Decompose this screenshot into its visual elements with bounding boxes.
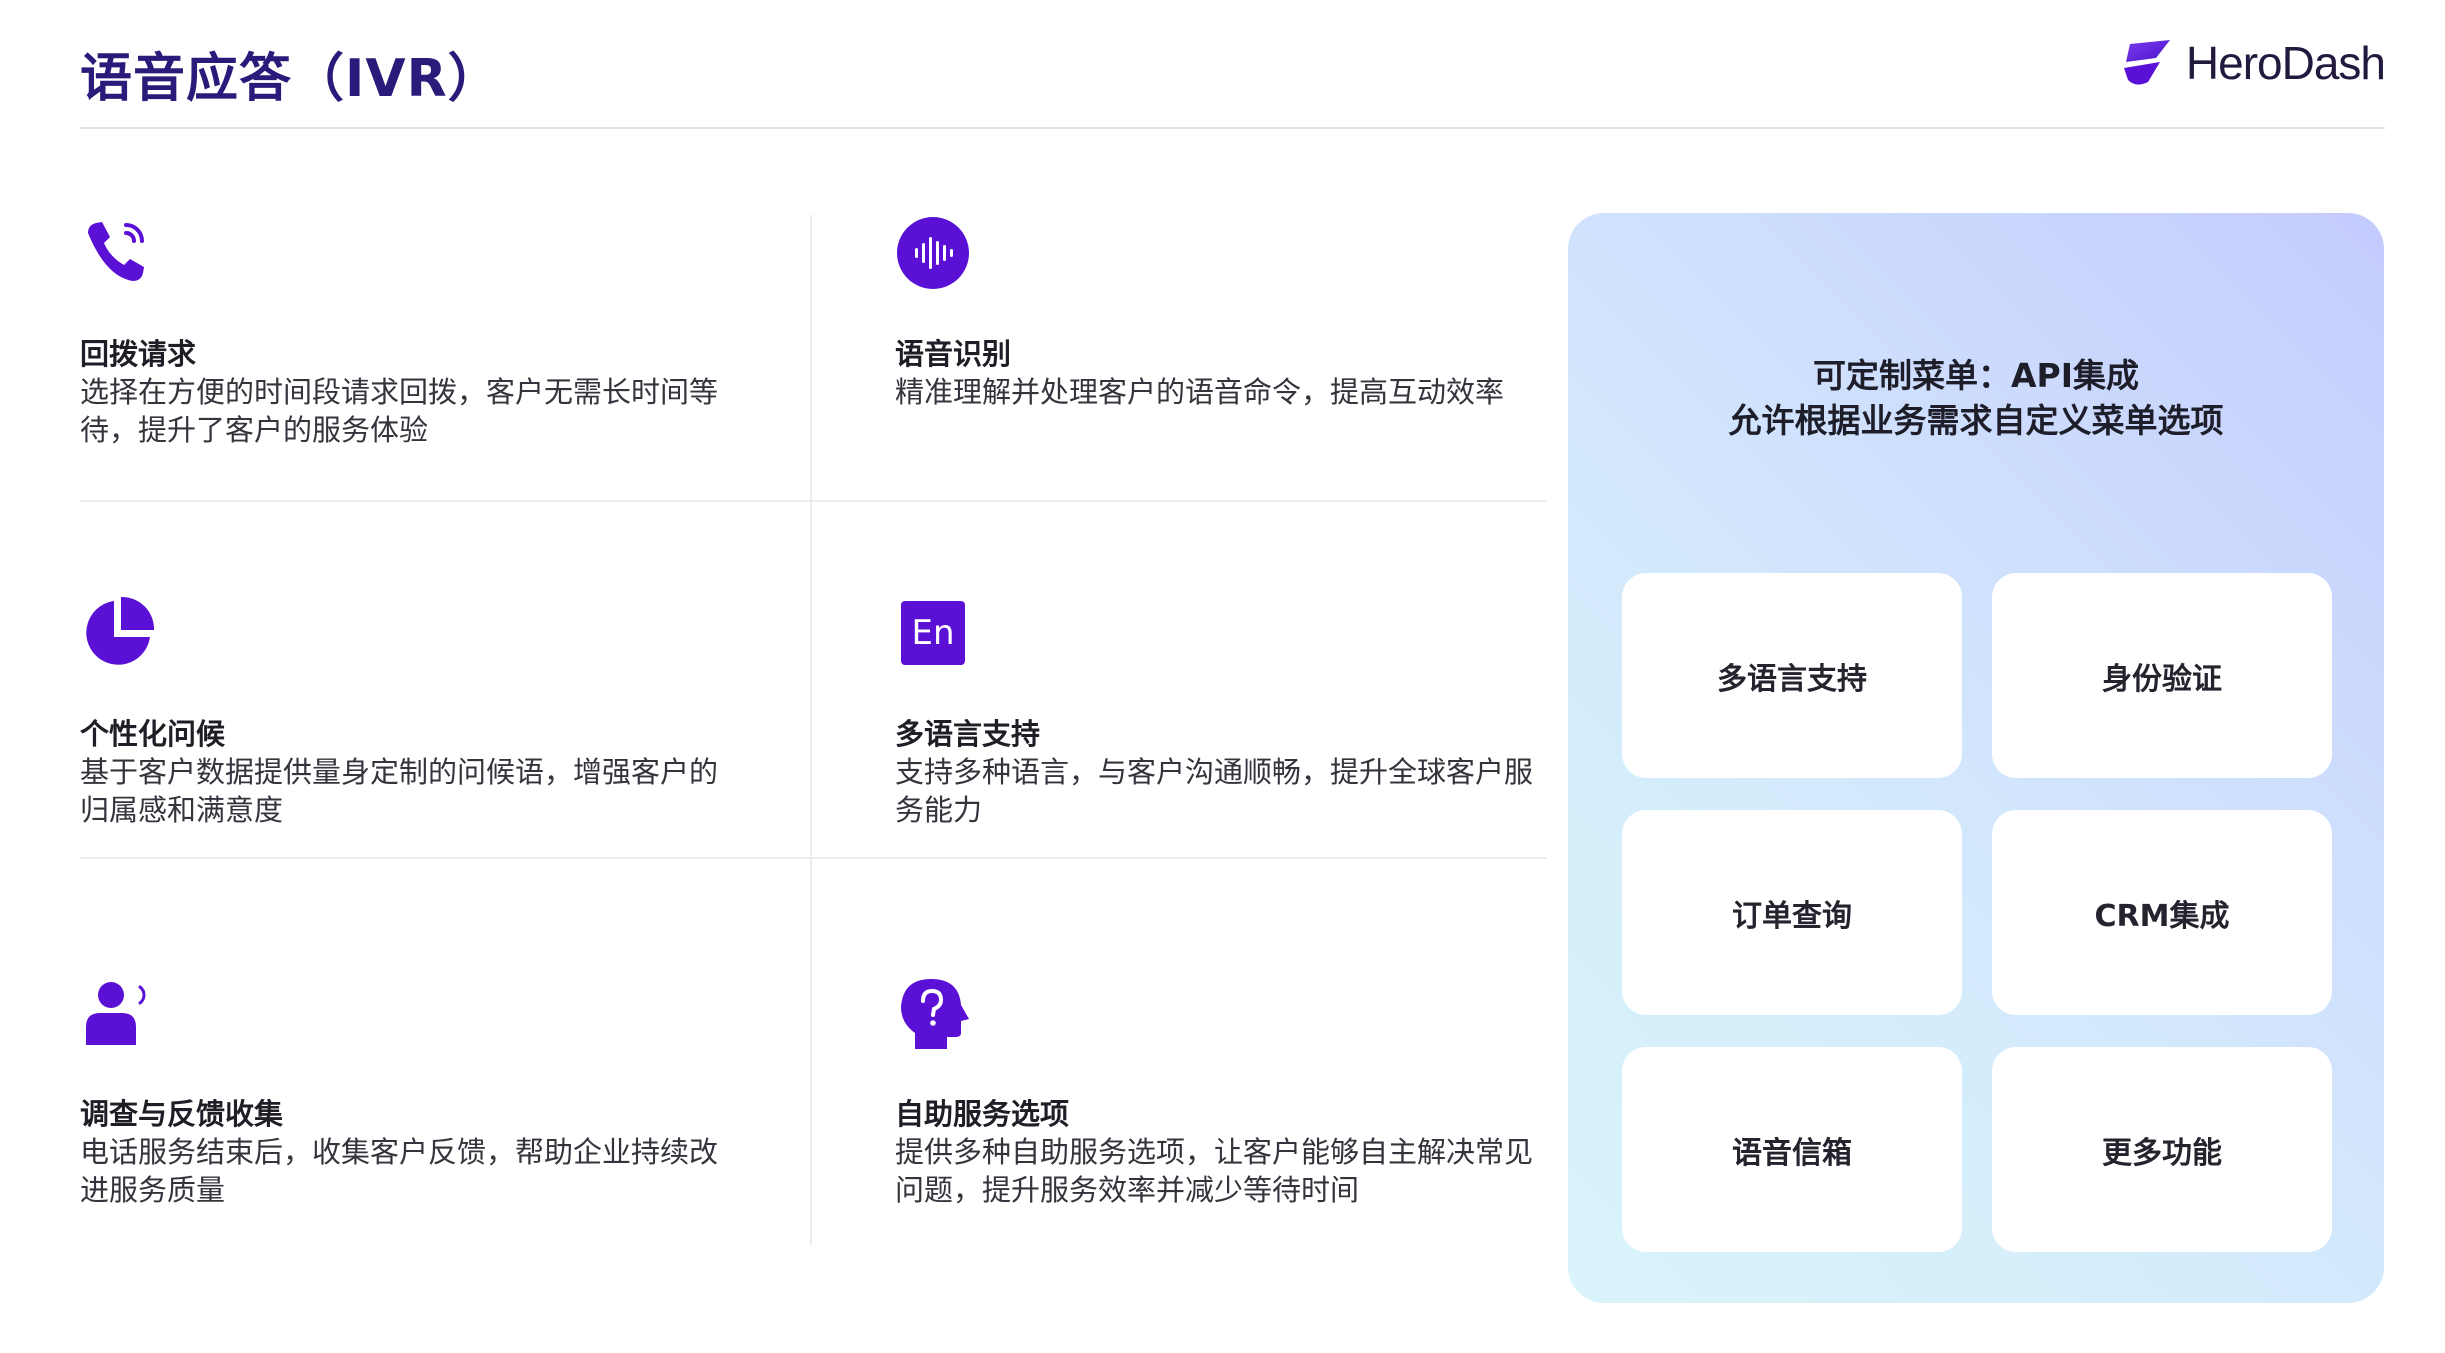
feature-description: 支持多种语言，与客户沟通顺畅，提升全球客户服务能力	[895, 755, 1534, 827]
feature-title: 回拨请求	[80, 337, 197, 371]
feature-self-service: 自助服务选项 提供多种自助服务选项，让客户能够自主解决常见问题，提升服务效率并减…	[895, 975, 1555, 1209]
feature-multilingual: En 多语言支持 支持多种语言，与客户沟通顺畅，提升全球客户服务能力	[895, 595, 1555, 829]
feature-voice-recognition: 语音识别 精准理解并处理客户的语音命令，提高互动效率	[895, 215, 1555, 411]
feature-description: 精准理解并处理客户的语音命令，提高互动效率	[895, 375, 1505, 409]
menu-option-multilingual[interactable]: 多语言支持	[1622, 573, 1962, 778]
phone-callback-icon	[80, 215, 156, 291]
feature-description: 电话服务结束后，收集客户反馈，帮助企业持续改进服务质量	[80, 1135, 719, 1207]
logo: HeroDash	[2120, 36, 2386, 90]
grid-row-divider	[80, 500, 1546, 502]
feature-survey-feedback: 调查与反馈收集 电话服务结束后，收集客户反馈，帮助企业持续改进服务质量	[80, 975, 740, 1209]
menu-option-crm-integration[interactable]: CRM集成	[1992, 810, 2332, 1015]
feature-title: 个性化问候	[80, 717, 226, 751]
user-speaking-icon	[80, 975, 156, 1051]
panel-title-line1: 可定制菜单：API集成	[1812, 356, 2139, 395]
menu-option-more-features[interactable]: 更多功能	[1992, 1047, 2332, 1252]
panel-title-line2: 允许根据业务需求自定义菜单选项	[1728, 401, 2224, 440]
feature-description: 提供多种自助服务选项，让客户能够自主解决常见问题，提升服务效率并减少等待时间	[895, 1135, 1534, 1207]
panel-title: 可定制菜单：API集成 允许根据业务需求自定义菜单选项	[1568, 353, 2384, 443]
feature-personalized-greeting: 个性化问候 基于客户数据提供量身定制的问候语，增强客户的归属感和满意度	[80, 595, 740, 829]
menu-option-order-query[interactable]: 订单查询	[1622, 810, 1962, 1015]
feature-title: 多语言支持	[895, 717, 1041, 751]
grid-row-divider	[80, 857, 1546, 859]
feature-grid: 回拨请求 选择在方便的时间段请求回拨，客户无需长时间等待，提升了客户的服务体验 …	[80, 215, 1546, 1245]
feature-description: 选择在方便的时间段请求回拨，客户无需长时间等待，提升了客户的服务体验	[80, 375, 719, 447]
feature-title: 语音识别	[895, 337, 1012, 371]
menu-option-identity-verification[interactable]: 身份验证	[1992, 573, 2332, 778]
feature-description: 基于客户数据提供量身定制的问候语，增强客户的归属感和满意度	[80, 755, 719, 827]
menu-option-voicemail[interactable]: 语音信箱	[1622, 1047, 1962, 1252]
voice-waveform-icon	[895, 215, 971, 291]
head-question-icon	[895, 975, 971, 1051]
feature-callback: 回拨请求 选择在方便的时间段请求回拨，客户无需长时间等待，提升了客户的服务体验	[80, 215, 740, 449]
pie-chart-icon	[80, 595, 156, 671]
language-en-icon-text: En	[911, 613, 954, 653]
grid-vertical-divider	[810, 215, 812, 1245]
custom-menu-panel: 可定制菜单：API集成 允许根据业务需求自定义菜单选项 多语言支持 身份验证 订…	[1568, 213, 2384, 1303]
herodash-logo-icon	[2123, 40, 2170, 85]
language-en-icon: En	[895, 595, 971, 671]
logo-text: HeroDash	[2185, 37, 2386, 89]
feature-title: 自助服务选项	[895, 1097, 1070, 1131]
page-title: 语音应答（IVR）	[80, 49, 501, 109]
feature-title: 调查与反馈收集	[80, 1097, 284, 1131]
header-divider	[80, 127, 2385, 129]
